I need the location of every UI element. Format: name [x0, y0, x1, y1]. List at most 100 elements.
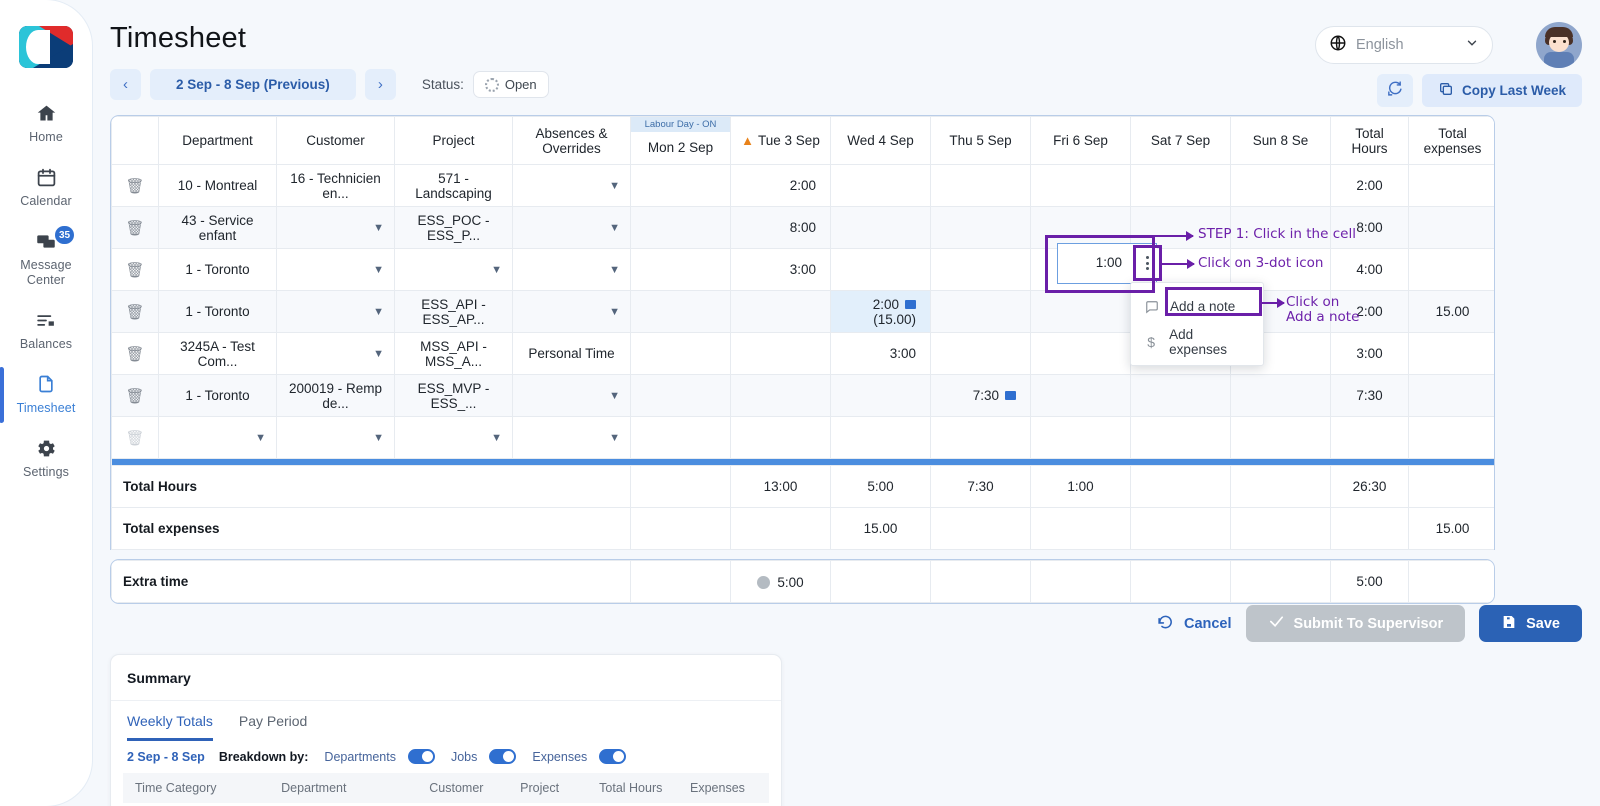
- sidebar-item-home[interactable]: Home: [0, 90, 92, 154]
- save-button[interactable]: Save: [1479, 605, 1582, 642]
- chevron-down-icon[interactable]: ▼: [609, 222, 620, 234]
- cell-mon[interactable]: [630, 248, 731, 291]
- cell-absence[interactable]: ▼: [512, 290, 631, 333]
- cell-fri[interactable]: [1030, 332, 1131, 375]
- chevron-down-icon[interactable]: ▼: [373, 264, 384, 276]
- cell-wed[interactable]: [830, 248, 931, 291]
- cell-thu[interactable]: [930, 206, 1031, 249]
- trash-icon[interactable]: 🗑: [125, 220, 144, 237]
- chevron-down-icon[interactable]: ▼: [491, 432, 502, 444]
- cell-thu[interactable]: [930, 416, 1031, 459]
- cell-department[interactable]: 3245A - Test Com...: [158, 332, 277, 375]
- trash-icon[interactable]: 🗑: [125, 346, 144, 363]
- cell-project[interactable]: ▼: [394, 248, 513, 291]
- copy-last-week-button[interactable]: Copy Last Week: [1421, 74, 1582, 107]
- cell-tue[interactable]: 2:00: [730, 164, 831, 207]
- cell-wed[interactable]: 2:00 (15.00): [830, 290, 931, 333]
- cell-sat[interactable]: [1130, 164, 1231, 207]
- cell-tue[interactable]: [730, 416, 831, 459]
- cell-options-button[interactable]: [1138, 248, 1157, 278]
- chevron-down-icon[interactable]: ▼: [609, 306, 620, 318]
- cell-sun[interactable]: [1230, 416, 1331, 459]
- chevron-down-icon[interactable]: ▼: [373, 222, 384, 234]
- cell-project[interactable]: MSS_API - MSS_A...: [394, 332, 513, 375]
- cell-mon[interactable]: [630, 164, 731, 207]
- cancel-button[interactable]: Cancel: [1156, 613, 1232, 634]
- cell-wed[interactable]: [830, 374, 931, 417]
- cell-customer[interactable]: 16 - Technicien en...: [276, 164, 395, 207]
- cell-tue[interactable]: 8:00: [730, 206, 831, 249]
- cell-tue[interactable]: [730, 332, 831, 375]
- delete-row-cell[interactable]: 🗑: [111, 248, 159, 291]
- chevron-down-icon[interactable]: ▼: [609, 264, 620, 276]
- cell-mon[interactable]: [630, 332, 731, 375]
- tab-pay-period[interactable]: Pay Period: [239, 713, 307, 741]
- cell-department[interactable]: 43 - Service enfant: [158, 206, 277, 249]
- cell-fri[interactable]: [1030, 374, 1131, 417]
- cell-fri[interactable]: [1030, 290, 1131, 333]
- sidebar-item-calendar[interactable]: Calendar: [0, 154, 92, 218]
- trash-icon[interactable]: 🗑: [125, 262, 144, 279]
- cell-tue[interactable]: 3:00: [730, 248, 831, 291]
- trash-icon[interactable]: 🗑: [125, 388, 144, 405]
- previous-period-button[interactable]: ‹: [110, 69, 141, 100]
- cell-customer[interactable]: ▼: [276, 290, 395, 333]
- cell-department[interactable]: ▼: [158, 416, 277, 459]
- chevron-down-icon[interactable]: ▼: [373, 348, 384, 360]
- cell-customer[interactable]: ▼: [276, 332, 395, 375]
- delete-row-cell[interactable]: 🗑: [111, 332, 159, 375]
- cell-mon[interactable]: [630, 290, 731, 333]
- submit-to-supervisor-button[interactable]: Submit To Supervisor: [1245, 605, 1466, 642]
- cell-absence[interactable]: ▼: [512, 416, 631, 459]
- cell-absence[interactable]: ▼: [512, 206, 631, 249]
- delete-row-cell[interactable]: 🗑: [111, 374, 159, 417]
- delete-row-cell[interactable]: 🗑: [111, 290, 159, 333]
- chevron-down-icon[interactable]: ▼: [373, 306, 384, 318]
- cell-project[interactable]: ESS_API - ESS_AP...: [394, 290, 513, 333]
- refresh-button[interactable]: [1376, 74, 1413, 107]
- cell-sun[interactable]: [1230, 164, 1331, 207]
- cell-sat[interactable]: [1130, 374, 1231, 417]
- cell-wed[interactable]: [830, 416, 931, 459]
- delete-row-cell[interactable]: 🗑: [111, 164, 159, 207]
- cell-absence[interactable]: ▼: [512, 248, 631, 291]
- sidebar-item-settings[interactable]: Settings: [0, 425, 92, 489]
- trash-icon[interactable]: 🗑: [125, 178, 144, 195]
- cell-thu[interactable]: [930, 248, 1031, 291]
- cell-tue[interactable]: [730, 374, 831, 417]
- toggle-jobs[interactable]: [489, 749, 517, 764]
- cell-sun[interactable]: [1230, 374, 1331, 417]
- menu-item-add-note[interactable]: Add a note: [1131, 289, 1263, 324]
- sidebar-item-message-center[interactable]: 35 Message Center: [0, 218, 92, 297]
- cell-project[interactable]: ▼: [394, 416, 513, 459]
- chevron-down-icon[interactable]: ▼: [609, 432, 620, 444]
- cell-mon[interactable]: [630, 374, 731, 417]
- cell-project[interactable]: 571 - Landscaping: [394, 164, 513, 207]
- chevron-down-icon[interactable]: ▼: [255, 432, 266, 444]
- cell-department[interactable]: 1 - Toronto: [158, 290, 277, 333]
- next-period-button[interactable]: ›: [364, 69, 396, 100]
- chevron-down-icon[interactable]: ▼: [373, 432, 384, 444]
- period-label-button[interactable]: 2 Sep - 8 Sep (Previous): [150, 69, 356, 100]
- cell-thu[interactable]: 7:30: [930, 374, 1031, 417]
- cell-customer[interactable]: ▼: [276, 416, 395, 459]
- cell-customer[interactable]: 200019 - Remp de...: [276, 374, 395, 417]
- toggle-expenses[interactable]: [599, 749, 627, 764]
- cell-wed[interactable]: 3:00: [830, 332, 931, 375]
- cell-absence[interactable]: Personal Time: [512, 332, 631, 375]
- toggle-departments[interactable]: [407, 749, 435, 764]
- chevron-down-icon[interactable]: ▼: [609, 180, 620, 192]
- chevron-down-icon[interactable]: ▼: [609, 390, 620, 402]
- cell-sun[interactable]: [1230, 206, 1331, 249]
- cell-customer[interactable]: ▼: [276, 248, 395, 291]
- cell-fri[interactable]: [1030, 416, 1131, 459]
- cell-department[interactable]: 10 - Montreal: [158, 164, 277, 207]
- cell-project[interactable]: ESS_MVP - ESS_...: [394, 374, 513, 417]
- cell-project[interactable]: ESS_POC - ESS_P...: [394, 206, 513, 249]
- cell-mon[interactable]: [630, 416, 731, 459]
- cell-department[interactable]: 1 - Toronto: [158, 374, 277, 417]
- chevron-down-icon[interactable]: ▼: [491, 264, 502, 276]
- sidebar-item-balances[interactable]: Balances: [0, 297, 92, 361]
- cell-fri[interactable]: [1030, 164, 1131, 207]
- cell-absence[interactable]: ▼: [512, 374, 631, 417]
